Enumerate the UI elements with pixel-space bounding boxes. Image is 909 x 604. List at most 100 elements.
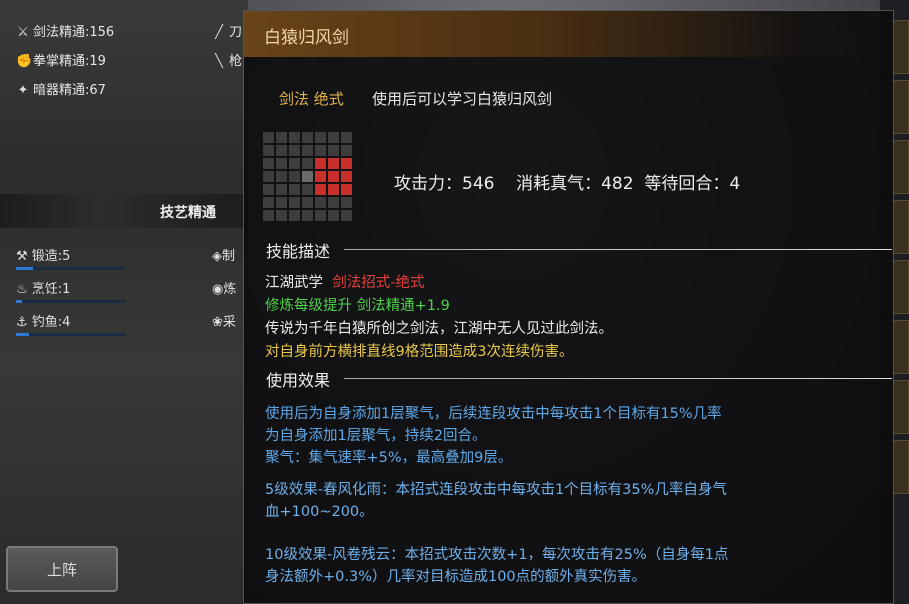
description-header: 技能描述 xyxy=(266,242,331,261)
herb-icon: ❀ xyxy=(212,315,223,330)
wait-value: 4 xyxy=(729,174,741,194)
growth-line: 修炼每级提升 剑法精通+1.9 xyxy=(265,298,450,314)
attack-value: 546 xyxy=(462,174,495,194)
skill-bar-forge xyxy=(16,267,126,270)
effect-line: 血+100~200。 xyxy=(265,504,374,520)
range-cell xyxy=(341,197,352,208)
mastery-row-spear: ╲ 枪 xyxy=(212,50,242,69)
effect-header: 使用效果 xyxy=(266,371,331,390)
range-cell xyxy=(289,171,300,182)
lore-line: 传说为千年白猿所创之剑法，江湖中无人见过此剑法。 xyxy=(265,321,613,337)
range-cell xyxy=(302,132,313,143)
skill-row-cook: ♨ 烹饪:1 xyxy=(16,282,71,297)
range-cell xyxy=(263,197,274,208)
range-cell-hit xyxy=(328,158,339,169)
range-cell-hit xyxy=(341,158,352,169)
range-cell xyxy=(302,197,313,208)
anvil-icon: ⚒ xyxy=(16,249,28,264)
range-cell xyxy=(263,210,274,221)
range-cell xyxy=(276,210,287,221)
dart-icon: ✦ xyxy=(17,83,29,98)
range-cell xyxy=(315,132,326,143)
range-cell-hit xyxy=(315,184,326,195)
range-cell-hit xyxy=(328,184,339,195)
skill-row-fish: ⚓ 钓鱼:4 xyxy=(16,315,71,330)
range-cell xyxy=(315,145,326,156)
range-cell xyxy=(341,132,352,143)
range-cell xyxy=(328,197,339,208)
range-cell xyxy=(302,210,313,221)
range-cell-hit xyxy=(315,158,326,169)
mastery-row-blade: ╱ 刀 xyxy=(212,21,242,40)
range-cell xyxy=(302,184,313,195)
pot-icon: ♨ xyxy=(16,282,28,297)
range-cell xyxy=(328,132,339,143)
range-cell xyxy=(341,210,352,221)
range-cell-origin xyxy=(302,171,313,182)
skill-bar-fill xyxy=(16,267,33,270)
range-cell xyxy=(302,158,313,169)
skill-type-description: 使用后可以学习白猿归风剑 xyxy=(372,90,553,108)
range-cell xyxy=(289,132,300,143)
skill-row-craft: ◈制 xyxy=(212,249,236,264)
range-cell xyxy=(289,158,300,169)
range-cell xyxy=(302,145,313,156)
divider xyxy=(344,249,892,250)
attack-range-grid xyxy=(263,132,354,223)
mastery-row-fist: ✊拳掌精通:19 xyxy=(16,54,106,69)
range-cell xyxy=(263,132,274,143)
range-cell xyxy=(263,171,274,182)
range-cell xyxy=(341,145,352,156)
section-title: 技艺精通 xyxy=(160,205,216,221)
divider xyxy=(344,378,892,379)
spear-icon: ╲ xyxy=(215,54,223,69)
skill-tooltip: 白猿归风剑 剑法 绝式 使用后可以学习白猿归风剑 攻击力：546 消耗真气：48… xyxy=(243,10,894,604)
skill-bar-cook xyxy=(16,300,126,303)
description-school-line: 江湖武学 剑法招式-绝式 xyxy=(265,271,424,292)
attack-label: 攻击力： xyxy=(394,174,462,194)
range-cell xyxy=(276,197,287,208)
range-cell-hit xyxy=(341,171,352,182)
fish-icon: ⚓ xyxy=(16,315,28,330)
fist-icon: ✊ xyxy=(16,54,33,69)
range-cell xyxy=(276,171,287,182)
skill-bar-fill xyxy=(16,333,30,336)
range-cell xyxy=(263,145,274,156)
range-line: 对自身前方横排直线9格范围造成3次连续伤害。 xyxy=(265,344,574,360)
skill-bar-fish xyxy=(16,333,126,336)
range-cell-hit xyxy=(328,171,339,182)
style-text: 剑法招式-绝式 xyxy=(332,275,425,291)
range-cell xyxy=(263,184,274,195)
deploy-button[interactable]: 上阵 xyxy=(6,546,118,592)
effect-line: 为自身添加1层聚气，持续2回合。 xyxy=(265,428,487,444)
range-cell xyxy=(276,145,287,156)
craft-icon: ◈ xyxy=(212,249,222,264)
skill-type: 剑法 绝式 xyxy=(279,90,344,108)
range-cell xyxy=(289,197,300,208)
range-cell-hit xyxy=(315,171,326,182)
skill-title: 白猿归风剑 xyxy=(264,28,349,48)
range-cell xyxy=(276,158,287,169)
range-cell xyxy=(289,184,300,195)
effect-line: 聚气：集气速率+5%，最高叠加9层。 xyxy=(265,450,513,466)
range-cell xyxy=(315,197,326,208)
range-cell xyxy=(289,145,300,156)
skill-row-herb: ❀采 xyxy=(212,315,236,330)
skill-row-forge: ⚒ 锻造:5 xyxy=(16,249,71,264)
sword-icon: ⚔ xyxy=(17,25,29,40)
skill-row-furnace: ◉炼 xyxy=(212,282,237,297)
skill-bar-fill xyxy=(16,300,22,303)
mastery-row-sword: ⚔ 剑法精通:156 xyxy=(17,25,115,40)
range-cell xyxy=(315,210,326,221)
effect-line: 身法额外+0.3%）几率对目标造成100点的额外真实伤害。 xyxy=(265,569,647,585)
effect-line: 使用后为自身添加1层聚气，后续连段攻击中每攻击1个目标有15%几率 xyxy=(265,406,722,422)
mastery-row-dart: ✦ 暗器精通:67 xyxy=(17,83,106,98)
effect-line: 5级效果-春风化雨：本招式连段攻击中每攻击1个目标有35%几率自身气 xyxy=(265,482,727,498)
range-cell-hit xyxy=(341,184,352,195)
cost-label: 消耗真气： xyxy=(516,174,602,194)
range-cell xyxy=(328,210,339,221)
range-cell xyxy=(276,184,287,195)
range-cell xyxy=(328,145,339,156)
wait-label: 等待回合： xyxy=(644,174,730,194)
blade-icon: ╱ xyxy=(215,25,223,40)
